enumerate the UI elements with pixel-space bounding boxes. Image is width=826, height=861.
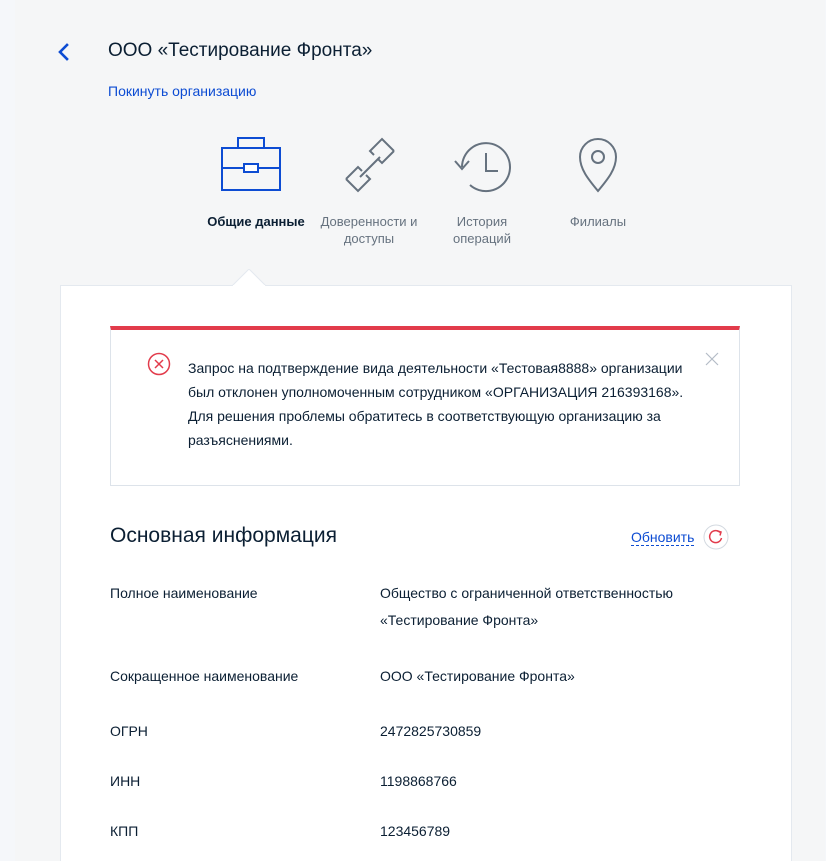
section-title: Основная информация <box>110 524 337 547</box>
tab-label: Доверенности и доступы <box>320 214 418 246</box>
active-tab-pointer <box>232 269 266 286</box>
page-title: ООО «Тестирование Фронта» <box>108 40 373 61</box>
refresh-button[interactable]: Обновить <box>631 524 729 550</box>
info-label: Полное наименование <box>110 585 258 601</box>
leave-organization-link[interactable]: Покинуть организацию <box>108 83 256 99</box>
refresh-label: Обновить <box>631 529 695 546</box>
info-value: 1198868766 <box>380 773 457 789</box>
alert-message: Запрос на подтверждение вида деятельност… <box>188 360 684 448</box>
info-value: 123456789 <box>380 823 451 839</box>
chevron-left-icon <box>58 43 69 61</box>
history-clock-icon <box>454 142 511 193</box>
error-alert: Запрос на подтверждение вида деятельност… <box>110 326 740 486</box>
info-value: 2472825730859 <box>380 723 482 739</box>
map-pin-icon <box>578 138 618 193</box>
info-label: КПП <box>110 823 139 839</box>
close-icon[interactable] <box>705 352 719 366</box>
tab-label: История операций <box>453 214 511 246</box>
back-button[interactable] <box>52 40 76 64</box>
info-label: ИНН <box>110 773 141 789</box>
tab-label: Общие данные <box>207 214 305 229</box>
error-circle-icon <box>147 352 171 376</box>
tabs: Общие данные Доверенности и доступы Исто… <box>0 125 826 285</box>
info-label: ОГРН <box>110 723 148 739</box>
info-value: ООО «Тестирование Фронта» <box>380 668 575 684</box>
info-value: Общество с ограниченной ответственностью… <box>380 585 674 628</box>
refresh-icon <box>703 524 729 550</box>
tab-label: Филиалы <box>569 214 627 229</box>
info-label: Сокращенное наименование <box>110 668 299 684</box>
link-chain-icon <box>345 137 395 193</box>
briefcase-icon <box>221 137 281 191</box>
